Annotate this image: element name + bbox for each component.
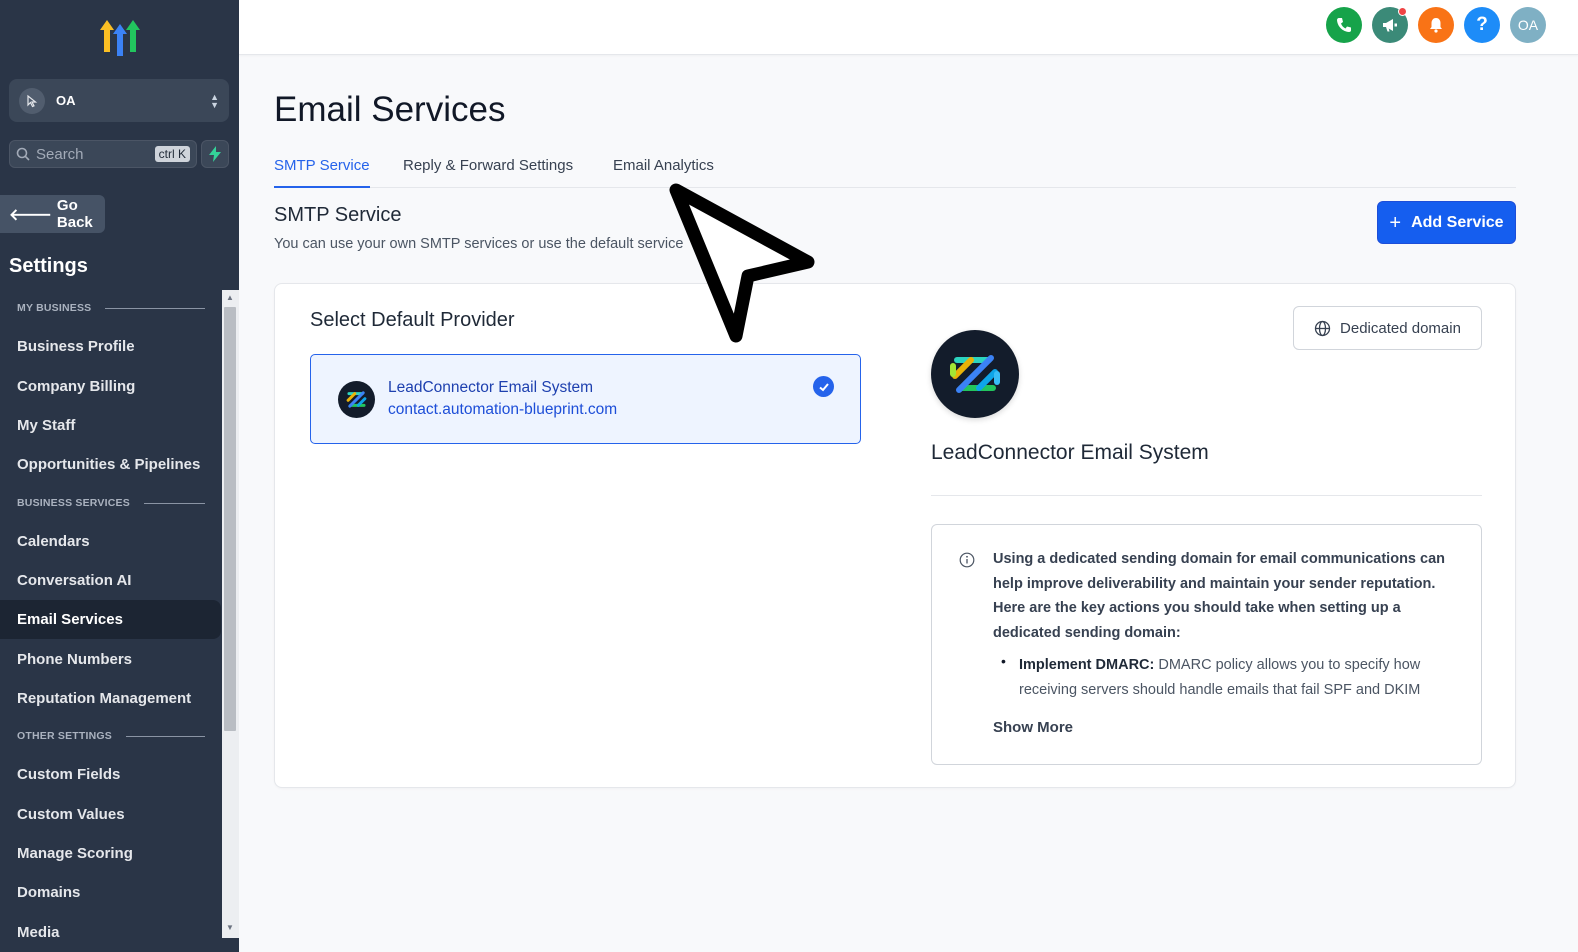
notification-dot xyxy=(1398,7,1407,16)
provider-name: LeadConnector Email System xyxy=(388,379,594,396)
sidebar-item-my-staff[interactable]: My Staff xyxy=(0,406,221,445)
cursor-arrow-icon xyxy=(669,183,815,343)
leadconnector-logo xyxy=(338,381,375,418)
add-service-label: Add Service xyxy=(1411,213,1504,231)
provider-heading: Select Default Provider xyxy=(310,309,515,331)
sidebar-item-business-profile[interactable]: Business Profile xyxy=(0,327,221,366)
chevron-updown-icon: ▲ ▼ xyxy=(210,91,219,110)
pointer-icon xyxy=(19,87,45,114)
search-box[interactable]: ctrl K xyxy=(9,140,197,168)
tab-smtp-service[interactable]: SMTP Service xyxy=(274,157,370,188)
sidebar-item-calendars[interactable]: Calendars xyxy=(0,522,221,561)
dedicated-domain-label: Dedicated domain xyxy=(1340,319,1461,337)
go-back-label: Go Back xyxy=(56,197,93,231)
account-name: OA xyxy=(56,93,76,108)
info-box: Using a dedicated sending domain for ema… xyxy=(931,524,1482,765)
arrow-left-icon: 🡐 xyxy=(9,206,52,224)
sidebar-item-domains[interactable]: Domains xyxy=(0,873,221,912)
provider-detail-name: LeadConnector Email System xyxy=(931,441,1209,464)
sidebar-item-reputation[interactable]: Reputation Management xyxy=(0,679,221,718)
search-icon xyxy=(16,147,30,161)
quick-action-button[interactable] xyxy=(201,140,229,168)
sidebar-item-opportunities[interactable]: Opportunities & Pipelines xyxy=(0,445,221,484)
info-text: Using a dedicated sending domain for ema… xyxy=(993,551,1446,641)
add-service-button[interactable]: + Add Service xyxy=(1377,201,1516,244)
globe-icon xyxy=(1314,320,1331,336)
app-logo[interactable] xyxy=(96,18,144,62)
provider-domain: contact.automation-blueprint.com xyxy=(388,401,618,418)
section-subtitle: You can use your own SMTP services or us… xyxy=(274,236,684,252)
provider-option[interactable]: LeadConnector Email System contact.autom… xyxy=(310,354,861,444)
sidebar-item-manage-scoring[interactable]: Manage Scoring xyxy=(0,834,221,873)
sidebar-item-email-services[interactable]: Email Services xyxy=(0,600,221,639)
search-shortcut: ctrl K xyxy=(154,146,190,162)
info-bullet: Implement DMARC: DMARC policy allows you… xyxy=(1019,657,1421,698)
show-more-link[interactable]: Show More xyxy=(993,719,1073,736)
sidebar-item-custom-values[interactable]: Custom Values xyxy=(0,795,221,834)
settings-nav: MY BUSINESS Business Profile Company Bil… xyxy=(0,290,222,952)
go-back-button[interactable]: 🡐 Go Back xyxy=(0,195,105,233)
settings-title: Settings xyxy=(9,255,88,277)
bell-icon[interactable] xyxy=(1418,7,1454,43)
info-icon xyxy=(959,552,975,568)
bullet-dot: • xyxy=(1001,653,1006,669)
phone-icon[interactable] xyxy=(1326,7,1362,43)
sidebar-item-company-billing[interactable]: Company Billing xyxy=(0,367,221,406)
section-title: SMTP Service xyxy=(274,204,402,226)
leadconnector-logo-large xyxy=(931,330,1019,418)
megaphone-icon[interactable] xyxy=(1372,7,1408,43)
scroll-down-icon[interactable]: ▼ xyxy=(224,922,236,934)
sidebar-item-media[interactable]: Media xyxy=(0,913,221,952)
user-avatar[interactable]: OA xyxy=(1510,7,1546,43)
section-business-services: BUSINESS SERVICES xyxy=(17,497,205,509)
sidebar-item-custom-fields[interactable]: Custom Fields xyxy=(0,755,221,794)
lightning-icon xyxy=(209,146,221,162)
top-bar: ? OA xyxy=(239,0,1578,55)
page-title: Email Services xyxy=(274,90,506,129)
account-switcher[interactable]: OA ▲ ▼ xyxy=(9,79,229,122)
sidebar-item-conversation-ai[interactable]: Conversation AI xyxy=(0,561,221,600)
tab-bar: SMTP Service Reply & Forward Settings Em… xyxy=(274,152,1516,188)
help-icon[interactable]: ? xyxy=(1464,7,1500,43)
dedicated-domain-button[interactable]: Dedicated domain xyxy=(1293,306,1482,350)
scroll-up-icon[interactable]: ▲ xyxy=(224,292,236,304)
section-other-settings: OTHER SETTINGS xyxy=(17,730,205,742)
sidebar-scroll-thumb[interactable] xyxy=(224,307,236,731)
divider xyxy=(931,495,1482,496)
tab-reply-forward[interactable]: Reply & Forward Settings xyxy=(403,157,573,188)
plus-icon: + xyxy=(1389,211,1402,234)
section-my-business: MY BUSINESS xyxy=(17,302,205,314)
provider-card: Select Default Provider LeadConnector Em… xyxy=(274,283,1516,788)
check-circle-icon xyxy=(813,376,834,397)
sidebar-item-phone-numbers[interactable]: Phone Numbers xyxy=(0,640,221,679)
search-input[interactable] xyxy=(36,145,146,163)
